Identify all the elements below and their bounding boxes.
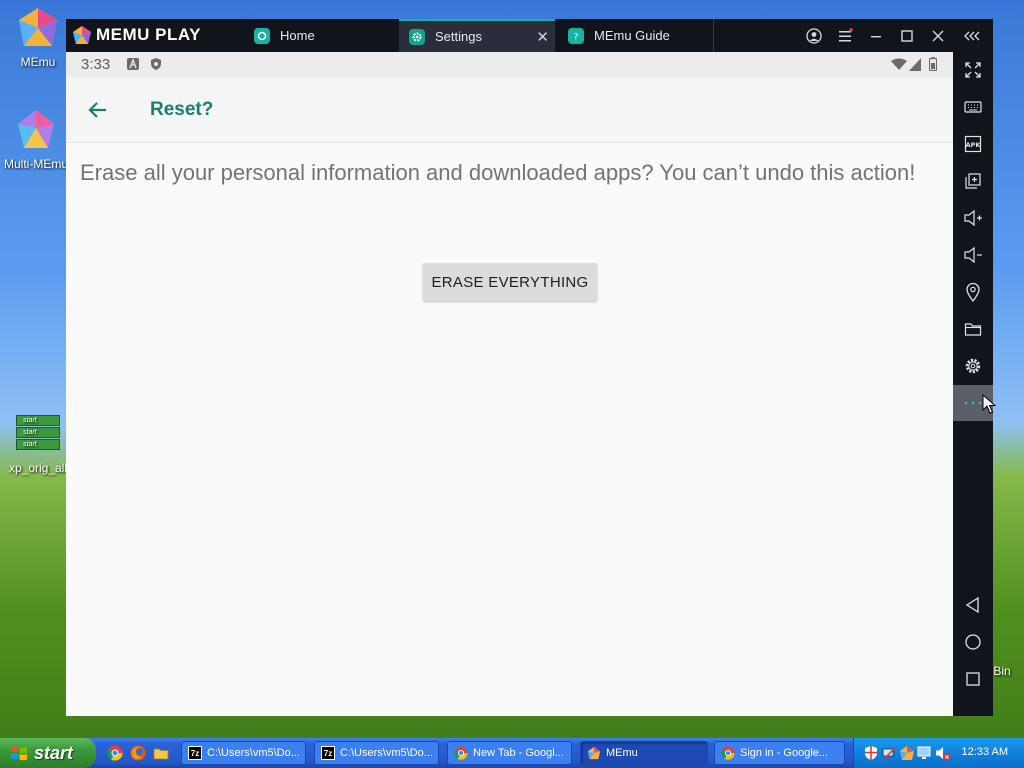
back-arrow-icon[interactable] (86, 98, 110, 122)
taskbar-item-7zip-1[interactable]: 7z C:\Users\vm5\Do... (181, 741, 306, 765)
tab-memu-guide[interactable]: ? MEmu Guide (564, 19, 714, 52)
windows-flag-icon (11, 746, 27, 761)
taskbar-item-7zip-2[interactable]: 7z C:\Users\vm5\Do... (314, 741, 439, 765)
desktop-icon-xp-orig-all[interactable]: start start start xp_orig_all (2, 414, 74, 475)
memu-logo-icon (19, 8, 57, 46)
account-icon[interactable] (799, 19, 829, 52)
chrome-icon (454, 746, 468, 760)
maximize-icon[interactable] (892, 19, 922, 52)
close-icon[interactable] (923, 19, 953, 52)
tab-label: Home (280, 28, 315, 43)
multi-window-icon[interactable] (953, 163, 993, 199)
desktop-icon-label: xp_orig_all (8, 461, 68, 475)
folder-icon[interactable] (953, 311, 993, 347)
tab-settings[interactable]: Settings ✕ (399, 19, 555, 52)
memu-window: MEMU PLAY Home Settings ✕ ? MEmu Guide 3… (66, 19, 996, 716)
taskbar-item-label: New Tab - Googl... (473, 747, 564, 759)
desktop-icon-memu[interactable]: MEmu (2, 6, 74, 69)
memu-titlebar: MEMU PLAY Home Settings ✕ ? MEmu Guide (66, 19, 993, 52)
battery-icon (929, 57, 937, 71)
home-app-icon (254, 27, 270, 44)
wifi-icon (891, 58, 907, 70)
windows-taskbar: start 7z C:\Users\vm5\Do... 7z C:\Users\… (0, 738, 1024, 768)
svg-text:?: ? (574, 32, 579, 41)
nav-home-icon[interactable] (953, 624, 993, 660)
memu-tray-icon[interactable] (899, 745, 915, 761)
7z-icon: 7z (188, 746, 202, 760)
firefox-quicklaunch-icon[interactable] (130, 745, 146, 761)
chrome-icon (721, 746, 735, 760)
close-tab-icon[interactable]: ✕ (536, 28, 549, 46)
android-screen: 3:33 Reset? Erase all your personal info… (66, 52, 953, 716)
apk-icon[interactable]: APK (953, 126, 993, 162)
mini-start-label: start (16, 427, 60, 438)
volume-muted-tray-icon[interactable] (935, 745, 951, 761)
system-tray: 12:33 AM (853, 738, 1024, 768)
settings-app-icon (409, 28, 425, 45)
taskbar-item-label: Sign in - Google... (740, 747, 829, 759)
gear-icon[interactable] (953, 348, 993, 384)
taskbar-item-chrome-sign-in[interactable]: Sign in - Google... (714, 741, 845, 765)
display-tray-icon[interactable] (917, 745, 933, 761)
mouse-cursor-icon (982, 394, 996, 414)
keyboard-icon[interactable] (953, 89, 993, 125)
taskbar-item-memu[interactable]: MEmu (580, 741, 708, 765)
memu-icon (587, 746, 601, 760)
nav-back-icon[interactable] (953, 587, 993, 623)
help-app-icon: ? (568, 27, 584, 44)
taskbar-item-label: MEmu (606, 747, 638, 759)
desktop-icon-multi-memu[interactable]: Multi-MEmu (0, 108, 72, 171)
taskbar-item-label: C:\Users\vm5\Do... (340, 747, 433, 759)
page-title: Reset? (150, 99, 214, 120)
apk-icon-label: APK (966, 141, 982, 149)
reset-warning-message: Erase all your personal information and … (80, 160, 916, 185)
mini-start-label: start (16, 415, 60, 426)
menu-icon[interactable] (830, 19, 860, 52)
memu-brand-icon (73, 26, 91, 44)
7z-icon: 7z (321, 746, 335, 760)
memu-side-toolbar: APK (953, 52, 996, 716)
taskbar-item-chrome-new-tab[interactable]: New Tab - Googl... (447, 741, 572, 765)
memu-brand-text: MEMU PLAY (96, 25, 201, 44)
mini-start-label: start (16, 439, 60, 450)
taskbar-item-label: C:\Users\vm5\Do... (207, 747, 300, 759)
erase-everything-button[interactable]: ERASE EVERYTHING (423, 263, 597, 301)
multi-memu-logo-icon (18, 110, 54, 148)
fullscreen-icon[interactable] (953, 52, 993, 88)
tab-home[interactable]: Home (250, 19, 398, 52)
security-shield-tray-icon[interactable] (863, 745, 879, 761)
desktop-icon-label: Multi-MEmu (3, 157, 68, 171)
volume-down-icon[interactable] (953, 237, 993, 273)
start-label: start (34, 742, 74, 763)
network-disabled-tray-icon[interactable] (881, 745, 897, 761)
app-bar: Reset? (66, 77, 953, 143)
memu-brand: MEMU PLAY (72, 24, 201, 46)
status-time: 3:33 (81, 56, 111, 73)
shortcut-stack-icon: start start start (16, 415, 60, 459)
signal-icon (909, 58, 921, 71)
more-icon[interactable] (953, 385, 996, 421)
tab-label: Settings (435, 29, 482, 44)
nav-recents-icon[interactable] (953, 661, 993, 697)
tab-label: MEmu Guide (594, 28, 670, 43)
location-icon[interactable] (953, 274, 993, 310)
desktop-icon-label: MEmu (20, 55, 56, 69)
shield-icon (151, 58, 161, 70)
chrome-quicklaunch-icon[interactable] (107, 745, 123, 761)
start-button[interactable]: start (0, 738, 96, 768)
taskbar-clock: 12:33 AM (961, 746, 1008, 758)
notification-a-icon (127, 58, 139, 70)
android-status-bar: 3:33 (66, 52, 953, 77)
minimize-icon[interactable] (861, 19, 891, 52)
explorer-quicklaunch-icon[interactable] (153, 745, 169, 761)
volume-up-icon[interactable] (953, 200, 993, 236)
collapse-sidebar-icon[interactable] (957, 19, 987, 52)
